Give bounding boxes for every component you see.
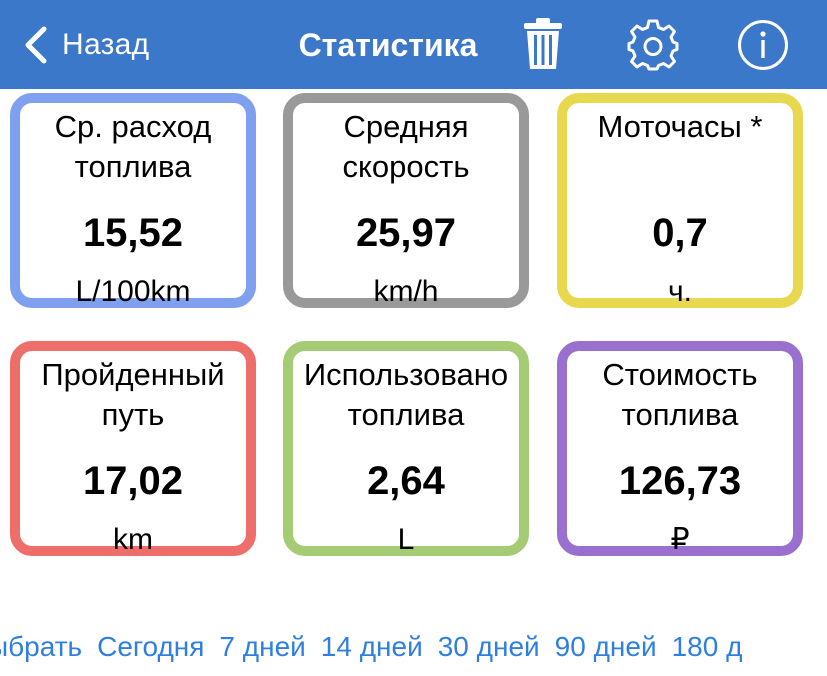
card-value: 2,64	[367, 459, 445, 503]
period-180-days[interactable]: 180 д	[672, 625, 743, 669]
period-30-days[interactable]: 30 дней	[438, 625, 540, 669]
card-unit: L	[397, 523, 415, 556]
page-title: Статистика	[298, 27, 478, 63]
stat-card-fuel-used[interactable]: Использовано топлива 2,64 L	[283, 341, 529, 556]
card-unit: ч.	[668, 275, 692, 308]
period-90-days[interactable]: 90 дней	[555, 625, 657, 669]
card-title: Моточасы *	[597, 109, 763, 144]
card-unit: L/100km	[75, 275, 191, 308]
card-title: Пройденный путь	[41, 357, 225, 432]
card-value: 25,97	[355, 211, 457, 255]
period-custom[interactable]: ыбрать	[0, 625, 82, 669]
period-today[interactable]: Сегодня	[97, 625, 204, 669]
card-unit: km	[113, 523, 153, 556]
card-title: Ср. расход топлива	[54, 109, 212, 184]
stat-card-distance[interactable]: Пройденный путь 17,02 km	[10, 341, 256, 556]
stat-card-avg-speed[interactable]: Средняя скорость 25,97 km/h	[283, 93, 529, 308]
period-selector: ыбрать Сегодня 7 дней 14 дней 30 дней 90…	[0, 625, 827, 669]
card-unit: ₽	[670, 523, 690, 556]
period-7-days[interactable]: 7 дней	[219, 625, 305, 669]
stat-card-engine-hours[interactable]: Моточасы * 0,7 ч.	[557, 93, 803, 308]
stat-card-avg-consumption[interactable]: Ср. расход топлива 15,52 L/100km	[10, 93, 256, 308]
period-track: ыбрать Сегодня 7 дней 14 дней 30 дней 90…	[0, 625, 757, 669]
nav-bar: Назад Статистика	[0, 0, 827, 89]
back-button[interactable]: Назад	[22, 22, 149, 68]
back-label: Назад	[62, 28, 150, 61]
info-icon[interactable]	[737, 19, 789, 71]
stat-card-fuel-cost[interactable]: Стоимость топлива 126,73 ₽	[557, 341, 803, 556]
card-unit: km/h	[373, 275, 439, 308]
card-value: 0,7	[652, 211, 708, 255]
card-value: 15,52	[82, 211, 184, 255]
card-value: 17,02	[82, 459, 184, 503]
card-title: Средняя скорость	[342, 109, 470, 184]
gear-icon[interactable]	[626, 18, 680, 72]
chevron-left-icon	[25, 26, 47, 64]
card-title: Стоимость топлива	[602, 357, 758, 432]
card-value: 126,73	[618, 459, 742, 503]
card-title: Использовано топлива	[303, 357, 509, 432]
trash-icon[interactable]	[522, 17, 564, 71]
period-14-days[interactable]: 14 дней	[321, 625, 423, 669]
